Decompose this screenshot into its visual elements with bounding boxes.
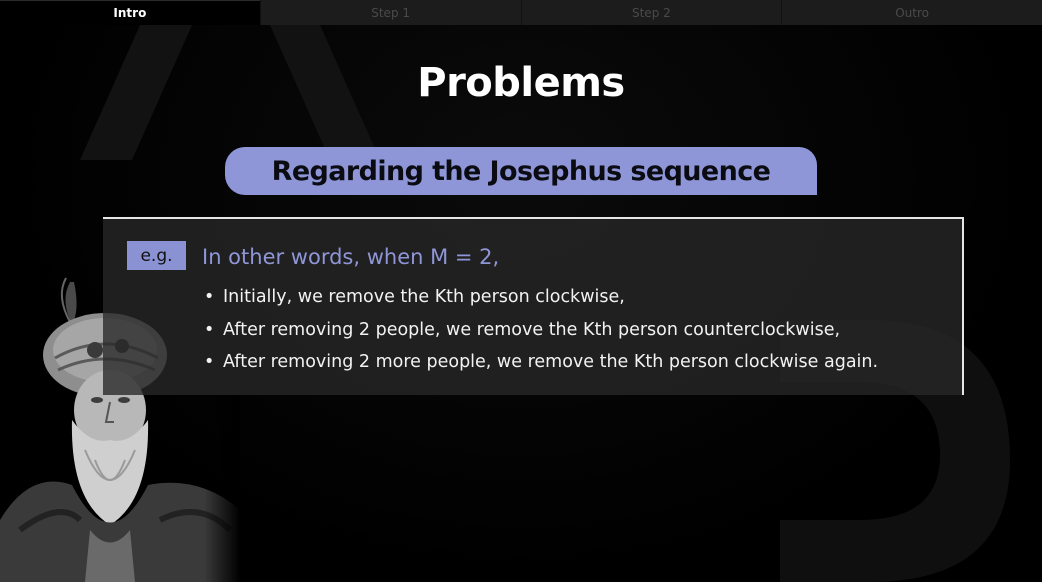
tab-outro[interactable]: Outro: [781, 0, 1042, 25]
slide-title: Problems: [417, 60, 625, 106]
bullet-text: After removing 2 people, we remove the K…: [223, 319, 841, 340]
bullet-dot-icon: •: [204, 319, 215, 340]
bullet-text: Initially, we remove the Kth person cloc…: [223, 287, 625, 307]
tab-step-1[interactable]: Step 1: [259, 0, 521, 25]
subtitle-banner: Regarding the Josephus sequence: [225, 147, 817, 195]
example-bullet-list: • Initially, we remove the Kth person cl…: [200, 281, 878, 379]
list-item: • Initially, we remove the Kth person cl…: [200, 281, 878, 314]
bullet-dot-icon: •: [204, 287, 215, 307]
bullet-text: After removing 2 more people, we remove …: [223, 352, 879, 372]
subtitle-text: Regarding the Josephus sequence: [271, 155, 771, 187]
example-content-box: e.g. In other words, when M = 2, • Initi…: [103, 217, 964, 395]
tab-intro[interactable]: Intro: [0, 0, 260, 25]
slide-stage: Intro Step 1 Step 2 Outro Problems Regar…: [0, 0, 1042, 582]
list-item: • After removing 2 people, we remove the…: [200, 314, 878, 347]
example-badge: e.g.: [127, 241, 186, 270]
example-heading: In other words, when M = 2,: [202, 245, 500, 269]
section-tabs: Intro Step 1 Step 2 Outro: [0, 0, 1042, 25]
tab-step-2[interactable]: Step 2: [520, 0, 782, 25]
list-item: • After removing 2 more people, we remov…: [200, 346, 878, 379]
bullet-dot-icon: •: [204, 352, 215, 372]
